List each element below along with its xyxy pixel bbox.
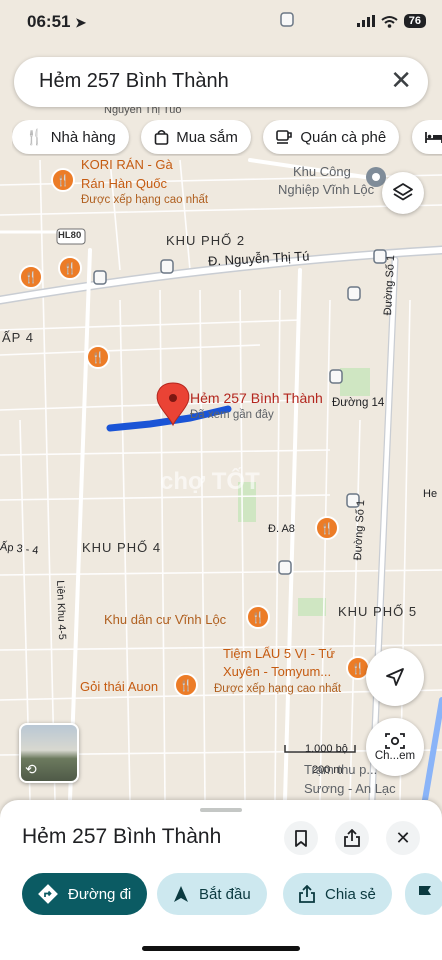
- road-label: Đường 14: [332, 397, 385, 409]
- poi-label[interactable]: Khu dân cư Vĩnh Lộc: [104, 612, 226, 627]
- poi-label[interactable]: Sương - An Lạc: [304, 781, 396, 796]
- svg-text:🍴: 🍴: [91, 351, 105, 364]
- poi-label[interactable]: Nghiệp Vĩnh Lộc: [278, 182, 374, 197]
- chip-restaurants[interactable]: 🍴 Nhà hàng: [12, 120, 129, 154]
- shopping-bag-icon: [154, 129, 169, 145]
- poi-label[interactable]: Xuyên - Tomyum...: [223, 664, 331, 679]
- chip-shopping[interactable]: Mua sắm: [141, 120, 251, 154]
- navigation-arrow-icon: [174, 886, 188, 902]
- fork-knife-icon: 🍴: [25, 129, 44, 146]
- close-sheet-button[interactable]: ✕: [386, 821, 420, 855]
- street-view-button[interactable]: Ch...em: [366, 718, 424, 776]
- chip-label: Mua sắm: [176, 128, 238, 146]
- action-label: Đường đi: [68, 885, 132, 903]
- poi-sublabel: Được xếp hạng cao nhất: [214, 683, 342, 695]
- coffee-cup-icon: [276, 130, 293, 144]
- share-icon: [299, 885, 315, 903]
- watermark: chợ TỐT: [160, 468, 260, 495]
- close-icon: ✕: [395, 827, 411, 848]
- location-arrow-icon: ➤: [75, 15, 87, 30]
- road-label: Liên Khu 4-5: [54, 580, 69, 640]
- street-view-label: Ch...em: [374, 750, 416, 762]
- svg-text:🍴: 🍴: [56, 174, 70, 187]
- wifi-icon: [381, 15, 398, 28]
- clock-text: 06:51: [27, 12, 71, 31]
- camera-scan-icon: [385, 733, 405, 749]
- bookmark-icon: [295, 829, 307, 847]
- category-chips: 🍴 Nhà hàng Mua sắm Quán cà phê Kh: [12, 120, 442, 156]
- svg-text:🍴: 🍴: [351, 662, 365, 675]
- poi-label[interactable]: KORI RÁN - Gà: [81, 157, 173, 172]
- road-label: He: [423, 488, 438, 500]
- svg-text:🍴: 🍴: [320, 522, 334, 535]
- poi-label[interactable]: Trạm thu p...: [304, 762, 377, 777]
- poi-sublabel: Được xếp hạng cao nhất: [81, 194, 209, 206]
- poi-label[interactable]: Gỏi thái Auon: [80, 679, 158, 694]
- directions-icon: [38, 884, 58, 904]
- more-action-button[interactable]: [405, 873, 442, 915]
- drag-handle[interactable]: [200, 808, 242, 812]
- battery-icon: 76: [403, 14, 426, 28]
- layers-button[interactable]: [382, 172, 424, 214]
- save-button[interactable]: [284, 821, 318, 855]
- area-label: KHU PHỐ 2: [166, 233, 246, 248]
- chip-hotels[interactable]: Kh: [411, 120, 442, 154]
- flag-icon: [419, 886, 431, 902]
- share-sheet-button[interactable]: [335, 821, 369, 855]
- layers-icon: [393, 183, 413, 201]
- poi-label[interactable]: Rán Hàn Quốc: [81, 176, 167, 191]
- svg-text:🍴: 🍴: [63, 262, 77, 275]
- home-indicator: [142, 946, 300, 951]
- poi-label[interactable]: Tiệm LẨU 5 VỊ - Tứ: [223, 646, 335, 661]
- poi-label[interactable]: Khu Công: [293, 164, 351, 179]
- scale-label: 1.000 bộ: [305, 743, 348, 755]
- road-label: Đ. A8: [268, 523, 295, 535]
- rotate-360-icon: ⟲: [25, 761, 37, 777]
- bed-icon: [424, 131, 442, 143]
- navigation-arrow-icon: [386, 668, 404, 686]
- svg-text:🍴: 🍴: [24, 271, 38, 284]
- start-button[interactable]: Bắt đầu: [157, 873, 267, 915]
- svg-text:🍴: 🍴: [251, 611, 265, 624]
- action-label: Bắt đầu: [199, 885, 251, 903]
- street-view-thumbnail[interactable]: ⟲: [19, 723, 79, 783]
- search-input[interactable]: Hẻm 257 Bình Thành: [39, 70, 229, 93]
- area-label: KHU PHỐ 4: [82, 540, 162, 555]
- status-icons: 76: [356, 14, 426, 28]
- chip-label: Nhà hàng: [50, 128, 116, 146]
- place-sheet[interactable]: Hẻm 257 Bình Thành ✕ Đường đi Bắt đầu Ch…: [0, 800, 442, 960]
- my-location-button[interactable]: [366, 648, 424, 706]
- close-icon[interactable]: ✕: [390, 67, 412, 93]
- signal-icon: [356, 15, 375, 27]
- area-label: ẤP 4: [2, 330, 34, 345]
- svg-text:🍴: 🍴: [179, 679, 193, 692]
- action-label: Chia sẻ: [325, 885, 376, 903]
- directions-button[interactable]: Đường đi: [22, 873, 148, 915]
- chip-coffee[interactable]: Quán cà phê: [263, 120, 400, 154]
- place-title: Hẻm 257 Bình Thành: [22, 825, 222, 848]
- status-time: 06:51 ➤: [27, 12, 86, 32]
- highway-shield: HL80: [58, 230, 82, 241]
- search-bar[interactable]: Hẻm 257 Bình Thành ✕: [14, 57, 428, 107]
- pin-label[interactable]: Hẻm 257 Bình Thành: [190, 390, 323, 406]
- share-icon: [344, 829, 360, 847]
- share-button[interactable]: Chia sẻ: [283, 873, 392, 915]
- chip-label: Quán cà phê: [300, 128, 387, 146]
- status-bar: 06:51 ➤ 76: [0, 0, 442, 46]
- pin-sublabel: Đã xem gần đây: [190, 409, 274, 421]
- area-label: KHU PHỐ 5: [338, 604, 418, 619]
